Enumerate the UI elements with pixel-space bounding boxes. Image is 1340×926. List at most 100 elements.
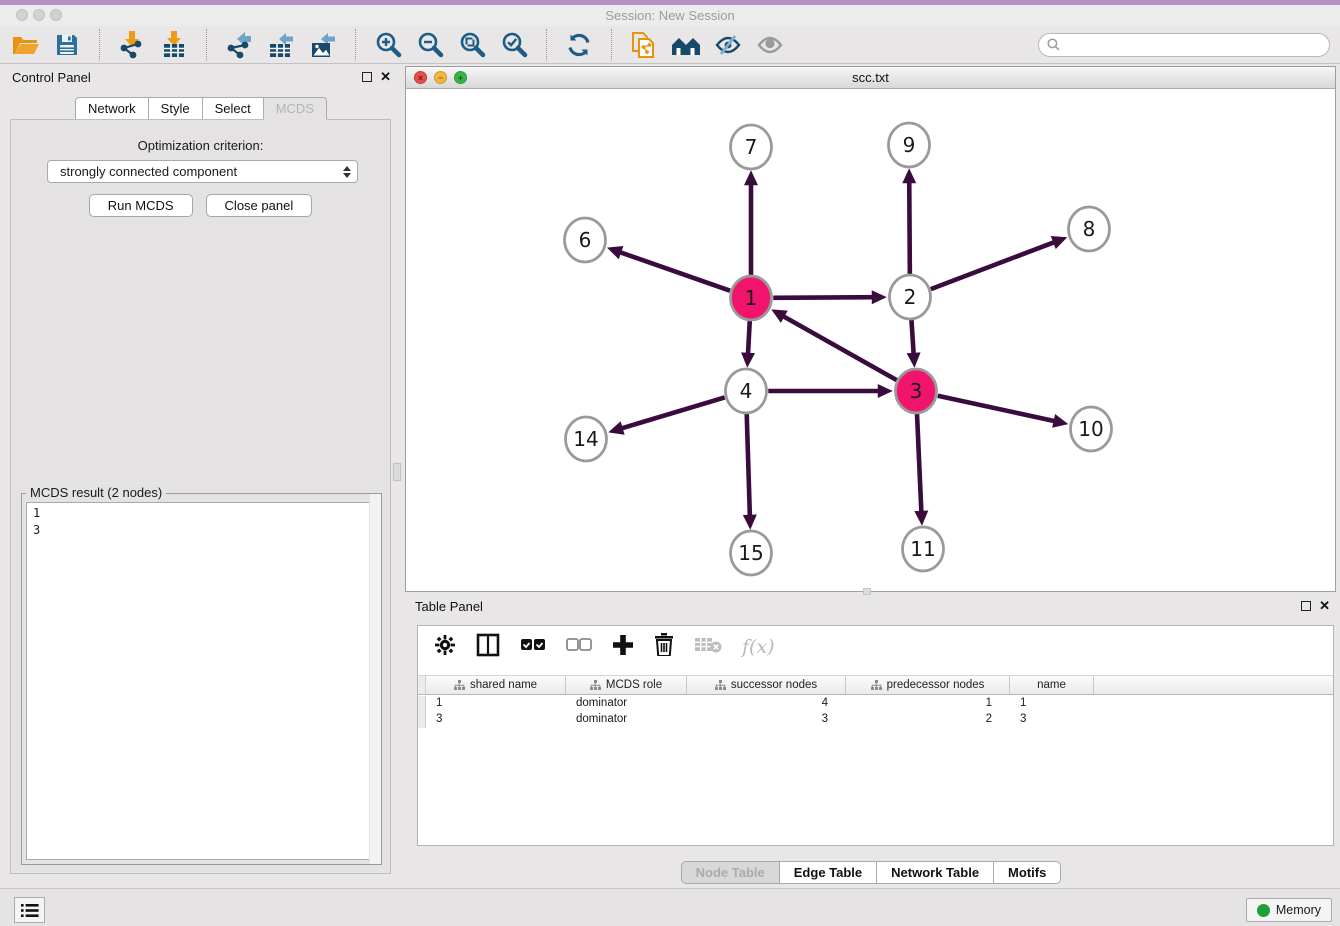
close-panel-icon[interactable]: ✕: [380, 72, 391, 82]
table-header-row: shared name MCDS role successor nodes pr…: [418, 675, 1333, 695]
network-from-selection-button[interactable]: [629, 30, 659, 60]
tab-network-table[interactable]: Network Table: [876, 861, 994, 884]
control-panel: Control Panel ✕ Network Style Select MCD…: [8, 66, 393, 882]
import-table-button[interactable]: [159, 30, 189, 60]
edge-4-15[interactable]: [747, 413, 750, 519]
criterion-dropdown[interactable]: strongly connected component: [47, 160, 358, 183]
tab-mcds[interactable]: MCDS: [263, 97, 327, 120]
edge-arrowhead: [744, 170, 758, 185]
cell-mcds-role[interactable]: dominator: [566, 712, 687, 728]
close-panel-icon[interactable]: ✕: [1319, 601, 1330, 611]
vertical-splitter-handle[interactable]: [393, 463, 401, 481]
graph-node-label: 1: [745, 286, 758, 310]
export-table-button[interactable]: [266, 30, 296, 60]
edge-1-6[interactable]: [617, 251, 730, 290]
toolbar-separator: [546, 29, 547, 61]
memory-button[interactable]: Memory: [1246, 898, 1332, 922]
tab-style[interactable]: Style: [148, 97, 203, 120]
memory-status-icon: [1257, 904, 1270, 917]
zoom-selected-button[interactable]: [499, 30, 529, 60]
zoom-in-button[interactable]: [373, 30, 403, 60]
table-gutter: [418, 676, 426, 694]
edge-2-9[interactable]: [909, 179, 910, 275]
run-mcds-button[interactable]: Run MCDS: [89, 194, 193, 217]
column-header-predecessor-nodes[interactable]: predecessor nodes: [846, 676, 1010, 694]
edge-arrowhead: [1052, 414, 1068, 428]
close-panel-button[interactable]: Close panel: [206, 194, 313, 217]
cell-mcds-role[interactable]: dominator: [566, 696, 687, 712]
import-network-button[interactable]: [117, 30, 147, 60]
status-bar: Memory: [0, 888, 1340, 926]
deselect-all-columns-icon[interactable]: [566, 638, 592, 657]
zoom-out-button[interactable]: [415, 30, 445, 60]
float-panel-icon[interactable]: [1301, 601, 1311, 611]
add-column-icon[interactable]: [612, 634, 634, 661]
save-session-button[interactable]: [52, 30, 82, 60]
column-header-name[interactable]: name: [1010, 676, 1094, 694]
export-image-button[interactable]: [308, 30, 338, 60]
cell-name[interactable]: 1: [1010, 696, 1094, 712]
column-settings-gear-icon[interactable]: [434, 634, 456, 661]
select-all-columns-icon[interactable]: [520, 638, 546, 657]
tab-edge-table[interactable]: Edge Table: [779, 861, 877, 884]
graph-node-label: 15: [738, 541, 763, 565]
edge-3-10[interactable]: [938, 396, 1058, 422]
edge-3-11[interactable]: [917, 413, 921, 515]
show-graphics-details-button[interactable]: [755, 30, 785, 60]
search-input[interactable]: [1065, 37, 1321, 53]
cell-successor-nodes[interactable]: 3: [687, 712, 846, 728]
horizontal-splitter-handle[interactable]: [863, 588, 871, 595]
edge-1-4[interactable]: [748, 320, 750, 357]
search-field[interactable]: [1038, 33, 1330, 57]
edge-2-3[interactable]: [911, 319, 913, 357]
cell-shared-name[interactable]: 3: [426, 712, 566, 728]
graph-node-label: 3: [910, 379, 923, 403]
float-panel-icon[interactable]: [362, 72, 372, 82]
export-network-button[interactable]: [224, 30, 254, 60]
cell-predecessor-nodes[interactable]: 1: [846, 696, 1010, 712]
network-canvas[interactable]: 7968124314101511: [406, 89, 1335, 591]
edge-1-2[interactable]: [773, 297, 876, 298]
graph-node-label: 2: [904, 285, 917, 309]
cell-name[interactable]: 3: [1010, 712, 1094, 728]
edge-arrowhead: [743, 515, 757, 530]
edge-arrowhead: [607, 246, 623, 259]
mcds-result-list[interactable]: 1 3: [26, 502, 377, 860]
toolbar-separator: [355, 29, 356, 61]
table-row[interactable]: 3 dominator 3 2 3: [418, 712, 1333, 728]
edge-arrowhead: [608, 421, 624, 434]
column-header-shared-name[interactable]: shared name: [426, 676, 566, 694]
hide-graphics-details-button[interactable]: [713, 30, 743, 60]
mcds-tab-content: Optimization criterion: strongly connect…: [10, 119, 391, 874]
network-view-window: × − + scc.txt 7968124314101511: [405, 66, 1336, 592]
function-builder-icon[interactable]: f(x): [742, 636, 775, 658]
graph-node-label: 9: [903, 133, 916, 157]
result-scrollbar[interactable]: [369, 494, 381, 864]
table-row[interactable]: 1 dominator 4 1 1: [418, 696, 1333, 712]
zoom-fit-button[interactable]: [457, 30, 487, 60]
network-window-titlebar[interactable]: × − + scc.txt: [406, 67, 1335, 89]
tab-motifs[interactable]: Motifs: [993, 861, 1061, 884]
cell-predecessor-nodes[interactable]: 2: [846, 712, 1010, 728]
refresh-button[interactable]: [564, 30, 594, 60]
column-header-mcds-role[interactable]: MCDS role: [566, 676, 687, 694]
network-graph[interactable]: 7968124314101511: [406, 89, 1335, 591]
tab-network[interactable]: Network: [75, 97, 149, 120]
edge-4-14[interactable]: [619, 397, 725, 429]
sort-hierarchy-icon: [454, 680, 465, 691]
open-session-button[interactable]: [10, 30, 40, 60]
delete-column-icon[interactable]: [654, 633, 674, 661]
task-console-button[interactable]: [14, 897, 45, 923]
split-panel-icon[interactable]: [476, 633, 500, 662]
tab-select[interactable]: Select: [202, 97, 264, 120]
first-neighbors-button[interactable]: [671, 30, 701, 60]
cell-shared-name[interactable]: 1: [426, 696, 566, 712]
edge-3-1[interactable]: [781, 315, 897, 380]
tab-node-table[interactable]: Node Table: [681, 861, 780, 884]
column-header-successor-nodes[interactable]: successor nodes: [687, 676, 846, 694]
edge-2-8[interactable]: [931, 241, 1057, 289]
toolbar-separator: [206, 29, 207, 61]
delete-table-icon[interactable]: [694, 636, 722, 659]
cell-successor-nodes[interactable]: 4: [687, 696, 846, 712]
table-toolbar: f(x): [418, 626, 1333, 668]
